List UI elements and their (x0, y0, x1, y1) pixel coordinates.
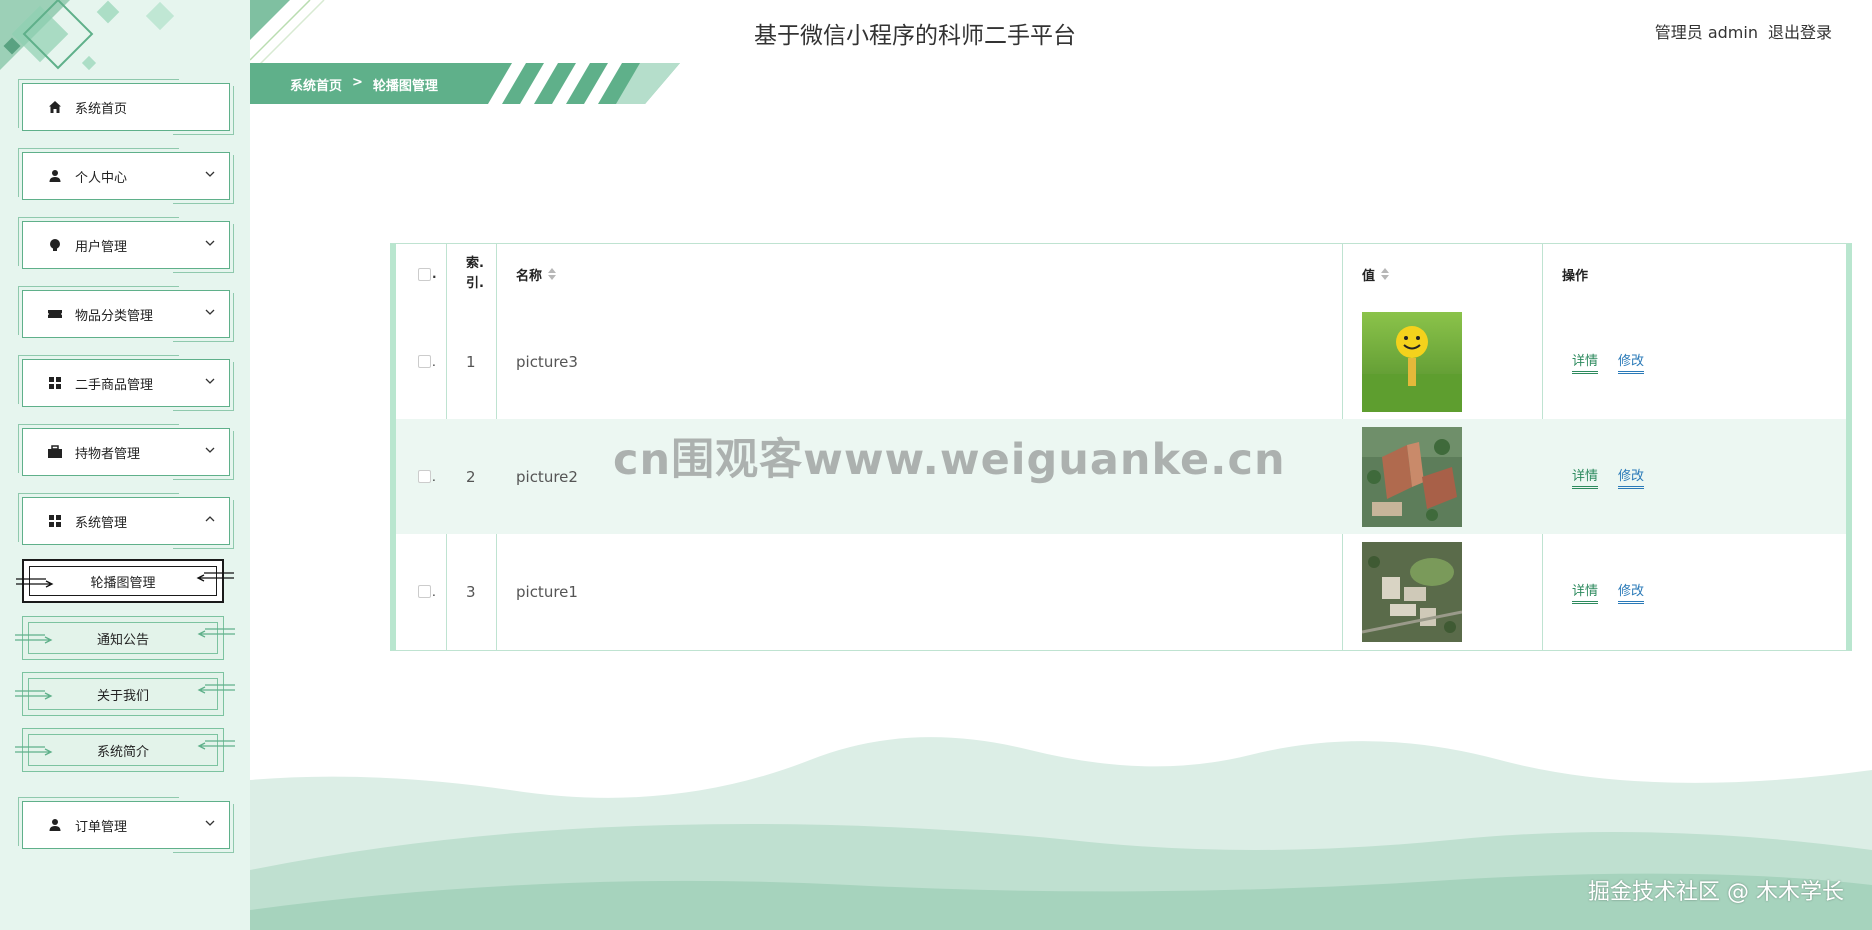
edit-link[interactable]: 修改 (1618, 580, 1645, 604)
chevron-down-icon (205, 309, 215, 315)
sidebar-item-home[interactable]: 系统首页 (18, 79, 234, 135)
select-dot: . (432, 267, 437, 281)
arrow-left-icon (197, 684, 235, 694)
header-name-label: 名称 (516, 268, 543, 284)
breadcrumb: 系统首页 > 轮播图管理 (250, 63, 680, 104)
table-row: . 1 picture3 详情 修改 (396, 304, 1846, 419)
sidebar-item-goods-management[interactable]: 二手商品管理 (18, 355, 234, 411)
row-name: picture1 (516, 582, 578, 601)
grid-icon (47, 375, 63, 391)
subitem-label: 轮播图管理 (90, 575, 156, 591)
briefcase-icon (47, 444, 63, 460)
sidebar-item-holder-management[interactable]: 持物者管理 (18, 424, 234, 480)
row-checkbox[interactable] (418, 470, 431, 483)
select-dot: . (432, 469, 436, 484)
arrow-right-icon (15, 690, 53, 700)
table-header: . 索. 引. 名称 值 操作 (396, 244, 1846, 304)
sidebar-item-label: 系统首页 (75, 101, 128, 117)
arrow-left-icon (197, 628, 235, 638)
row-image-cell (1362, 534, 1462, 649)
table-row: . 3 picture1 详情 修改 (396, 534, 1846, 649)
sidebar-item-personal-center[interactable]: 个人中心 (18, 148, 234, 204)
edit-link[interactable]: 修改 (1618, 350, 1645, 374)
select-all-checkbox[interactable] (418, 267, 431, 281)
arrow-right-icon (15, 746, 53, 756)
bulb-icon (47, 237, 63, 253)
chevron-up-icon (205, 516, 215, 522)
edit-link[interactable]: 修改 (1618, 465, 1645, 489)
subitem-system-intro[interactable]: 系统简介 (15, 728, 235, 772)
logout-button[interactable]: 退出登录 (1768, 19, 1832, 43)
row-index: 1 (466, 352, 476, 371)
row-actions: 详情 修改 (1572, 419, 1664, 534)
home-icon (47, 99, 63, 115)
detail-link[interactable]: 详情 (1572, 580, 1599, 604)
subitem-label: 系统简介 (96, 744, 149, 760)
arrow-right-icon (15, 634, 53, 644)
arrow-right-icon (16, 578, 54, 588)
chevron-down-icon (205, 447, 215, 453)
detail-link[interactable]: 详情 (1572, 465, 1599, 489)
arrow-left-icon (196, 572, 234, 582)
header-index: 索. 引. (466, 256, 484, 291)
chevron-down-icon (205, 820, 215, 826)
chevron-down-icon (205, 171, 215, 177)
row-index: 3 (466, 582, 476, 601)
user-label: 管理员 admin (1654, 23, 1758, 42)
sidebar-item-order-management[interactable]: 订单管理 (18, 797, 234, 853)
sidebar-item-system-management[interactable]: 系统管理 (18, 493, 234, 549)
campus-aerial-image[interactable] (1362, 426, 1462, 527)
row-checkbox[interactable] (418, 585, 431, 598)
sort-icon[interactable] (548, 268, 557, 280)
row-image-cell (1362, 304, 1462, 419)
sidebar-item-category-management[interactable]: 物品分类管理 (18, 286, 234, 342)
header-name[interactable]: 名称 (516, 244, 557, 304)
detail-link[interactable]: 详情 (1572, 350, 1599, 374)
ticket-icon (47, 306, 63, 322)
row-name: picture3 (516, 352, 578, 371)
user-area: 管理员 admin 退出登录 (1655, 19, 1832, 43)
row-image-cell (1362, 419, 1462, 534)
breadcrumb-text: 系统首页 > 轮播图管理 (290, 75, 438, 94)
subitem-notice[interactable]: 通知公告 (15, 616, 235, 660)
breadcrumb-current: 轮播图管理 (372, 79, 438, 94)
header-select-cell: . (418, 244, 437, 304)
grid-icon (47, 513, 63, 529)
subitem-label: 通知公告 (96, 632, 149, 648)
breadcrumb-home-link[interactable]: 系统首页 (290, 75, 342, 94)
table-row: . 2 picture2 详情 修改 (396, 419, 1846, 534)
smiley-golf-ball-image[interactable] (1362, 311, 1462, 412)
page-title: 基于微信小程序的科师二手平台 (754, 23, 1076, 49)
select-dot: . (432, 584, 436, 599)
breadcrumb-separator: > (352, 75, 363, 90)
campus-aerial-image-2[interactable] (1362, 541, 1462, 642)
person-icon (47, 817, 63, 833)
subitem-about-us[interactable]: 关于我们 (15, 672, 235, 716)
header-decoration (250, 0, 325, 64)
row-name: picture2 (516, 467, 578, 486)
chevron-down-icon (205, 240, 215, 246)
sidebar: 系统首页 个人中心 用户管理 物品分类管理 二手商品管理 持物者管理 系统管理 … (0, 0, 250, 930)
header-actions: 操作 (1562, 268, 1589, 284)
row-actions: 详情 修改 (1572, 534, 1664, 649)
subitem-label: 关于我们 (96, 688, 149, 704)
select-dot: . (432, 354, 436, 369)
carousel-table: . 索. 引. 名称 值 操作 . 1 picture3 详情 修改 . 2 p… (390, 243, 1852, 651)
sidebar-item-user-management[interactable]: 用户管理 (18, 217, 234, 273)
row-select-cell: . (418, 304, 436, 419)
chevron-down-icon (205, 378, 215, 384)
row-select-cell: . (418, 534, 436, 649)
arrow-left-icon (197, 740, 235, 750)
row-checkbox[interactable] (418, 355, 431, 368)
row-select-cell: . (418, 419, 436, 534)
sort-icon[interactable] (1381, 268, 1390, 280)
header-value-label: 值 (1362, 268, 1376, 284)
header-value[interactable]: 值 (1362, 244, 1390, 304)
person-icon (47, 168, 63, 184)
footer-watermark: 掘金技术社区 @ 木木学长 (1588, 880, 1844, 905)
row-index: 2 (466, 467, 476, 486)
subitem-carousel-management[interactable]: 轮播图管理 (16, 559, 234, 603)
row-actions: 详情 修改 (1572, 304, 1664, 419)
sidebar-decoration (0, 0, 175, 71)
